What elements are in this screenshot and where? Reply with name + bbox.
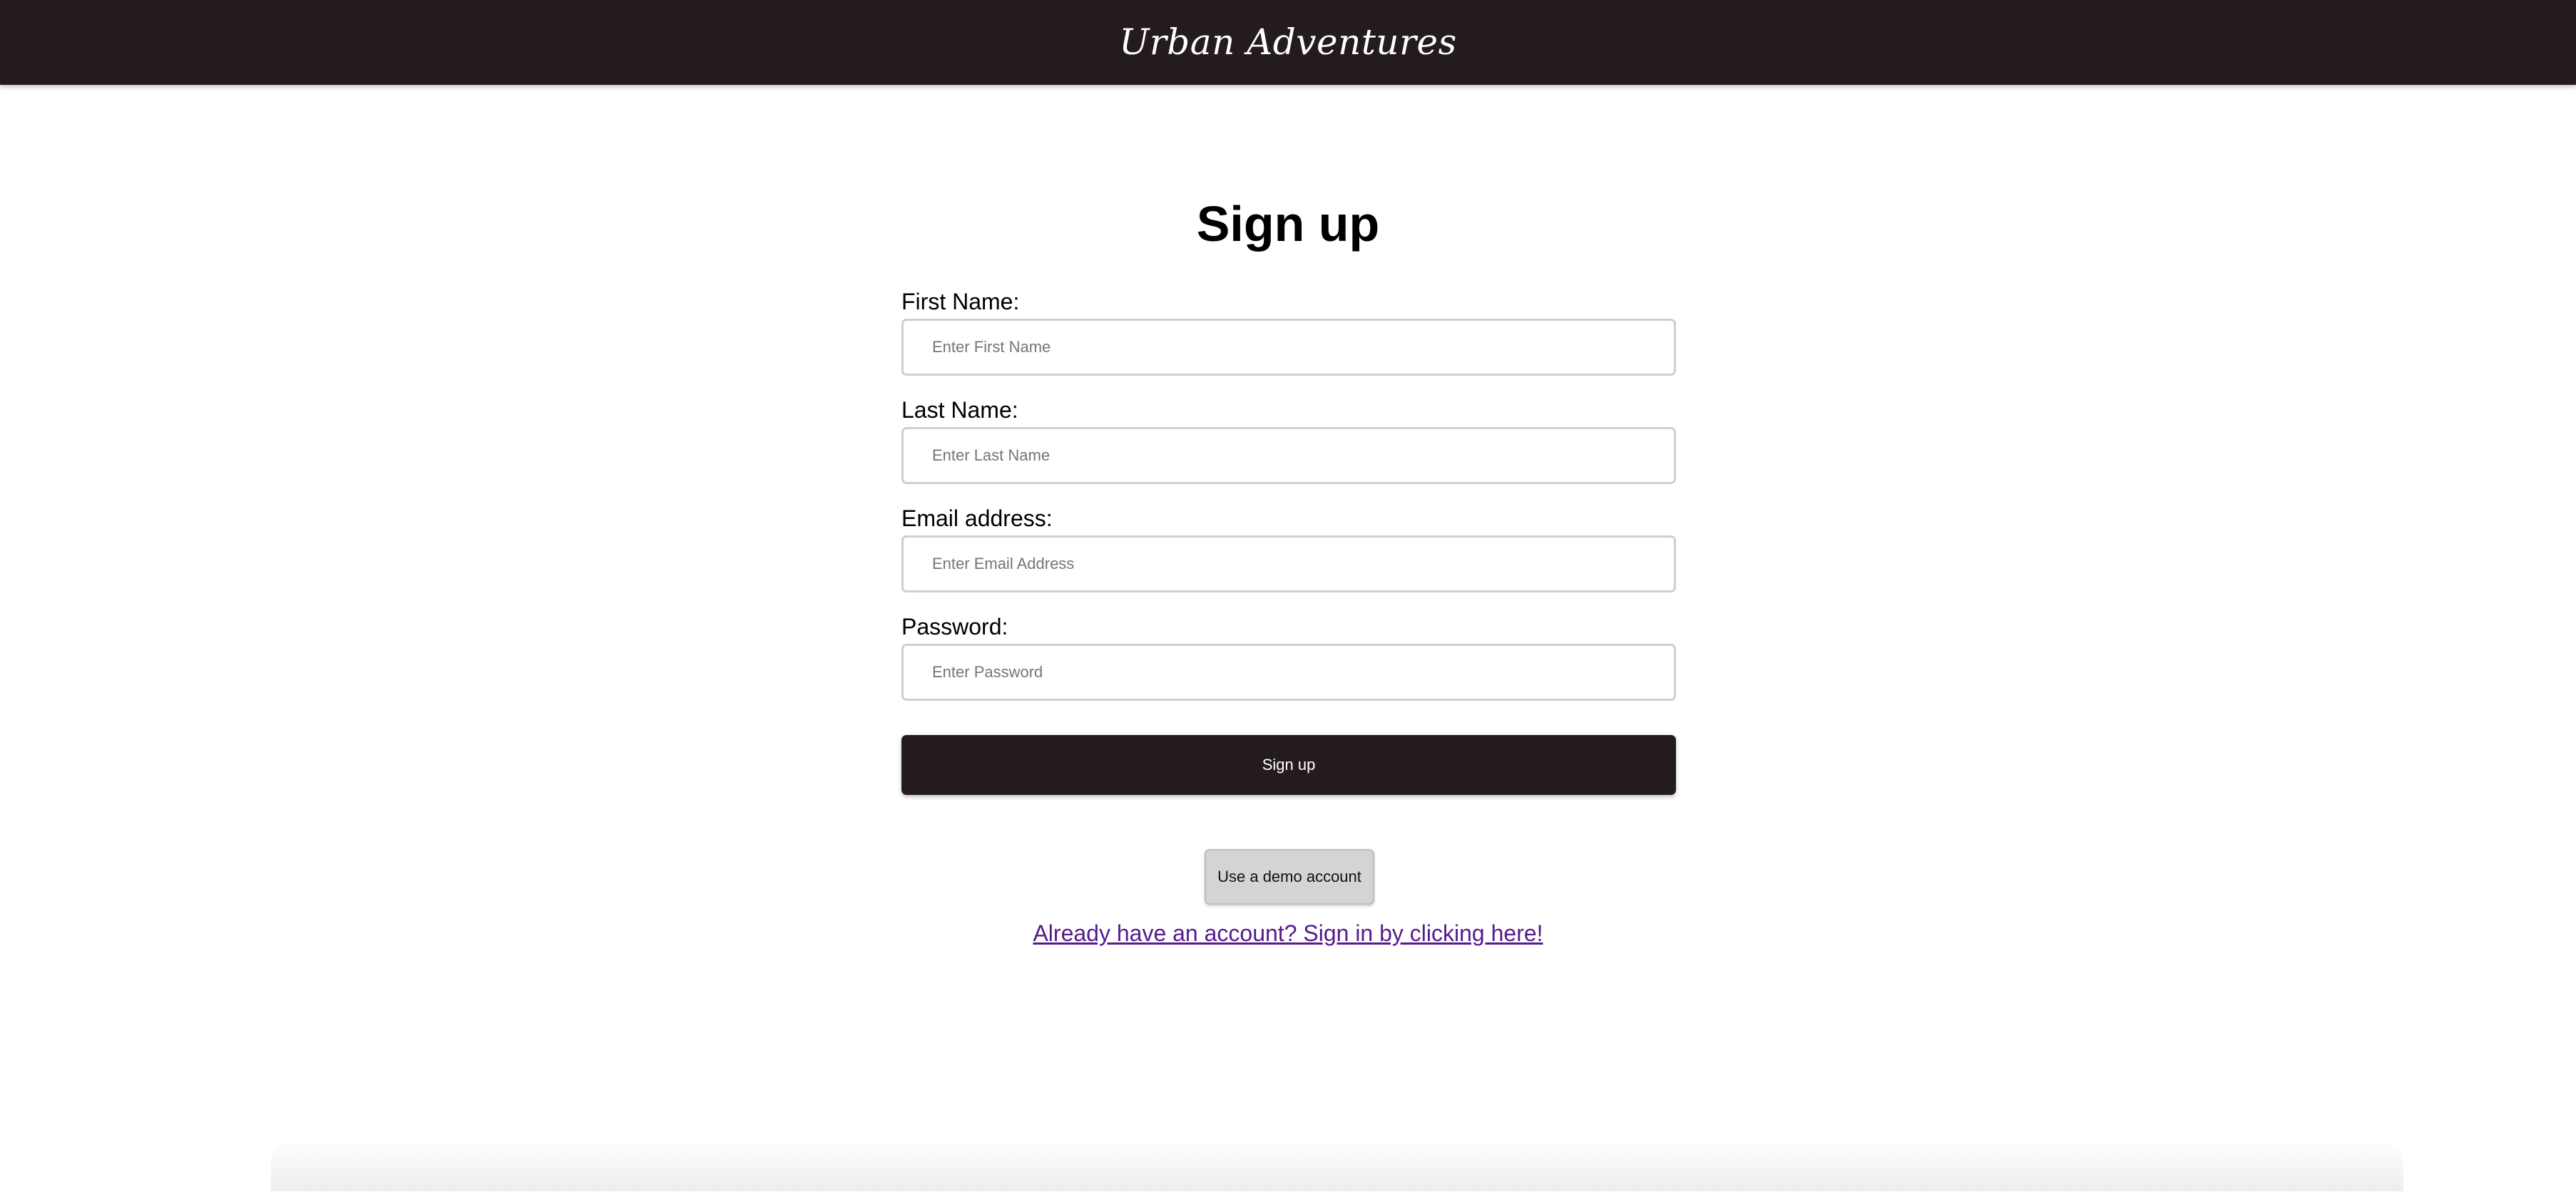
last-name-label: Last Name: <box>901 397 1018 423</box>
last-name-input[interactable] <box>901 427 1676 484</box>
sign-up-button[interactable]: Sign up <box>901 735 1676 795</box>
email-input[interactable] <box>901 535 1676 592</box>
first-name-input[interactable] <box>901 319 1676 376</box>
demo-account-button[interactable]: Use a demo account <box>1205 849 1374 905</box>
password-label: Password: <box>901 614 1008 639</box>
password-input[interactable] <box>901 644 1676 701</box>
sign-in-link[interactable]: Already have an account? Sign in by clic… <box>0 920 2576 947</box>
first-name-label: First Name: <box>901 289 1020 314</box>
bottom-shadow-divider <box>271 1140 2403 1191</box>
email-label: Email address: <box>901 505 1053 531</box>
top-navbar: Urban Adventures <box>0 0 2576 85</box>
page-title: Sign up <box>1196 196 1380 252</box>
signup-page: Sign up First Name: Last Name: Email add… <box>0 85 2576 1192</box>
brand-logo[interactable]: Urban Adventures <box>1119 21 1457 63</box>
